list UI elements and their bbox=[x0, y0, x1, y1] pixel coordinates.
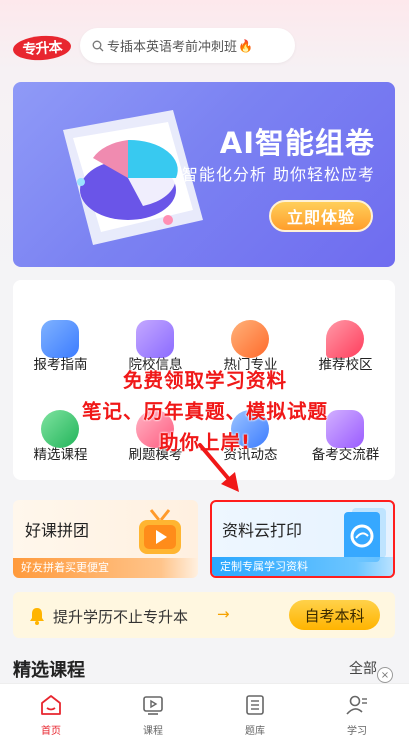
pie-chart-illustration bbox=[63, 110, 203, 245]
search-placeholder: 专插本英语考前冲刺班 bbox=[107, 40, 238, 55]
group-buy-card[interactable]: 好课拼团 好友拼着买更便宜 bbox=[13, 500, 198, 578]
header: 专升本 专插本英语考前冲刺班 🔥 bbox=[0, 0, 409, 78]
tab-question-bank[interactable]: 题库 bbox=[204, 684, 306, 738]
home-icon bbox=[41, 695, 61, 715]
notice-bar[interactable]: 提升学历不止专升本 → 自考本科 bbox=[13, 592, 395, 638]
red-arrow-icon bbox=[198, 443, 239, 492]
arrow-right-icon: → bbox=[217, 605, 230, 623]
try-now-button[interactable]: 立即体验 bbox=[269, 200, 373, 232]
card-strip: 好友拼着买更便宜 bbox=[13, 558, 198, 578]
bell-icon bbox=[30, 608, 44, 625]
tv-play-icon bbox=[139, 509, 181, 554]
cloud-print-card[interactable]: 资料云打印 定制专属学习资料 bbox=[210, 500, 395, 578]
app-logo[interactable]: 专升本 bbox=[12, 34, 72, 62]
section-title: 精选课程 bbox=[13, 660, 85, 681]
tab-courses[interactable]: 课程 bbox=[102, 684, 204, 738]
promo-line-1: 免费领取学习资料 bbox=[122, 369, 287, 392]
tab-label: 课程 bbox=[143, 726, 163, 737]
self-study-button[interactable]: 自考本科 bbox=[289, 600, 380, 630]
card-title: 好课拼团 bbox=[25, 521, 90, 540]
bottom-tab-bar: 首页 课程 题库 学习 bbox=[0, 683, 409, 738]
tab-label: 学习 bbox=[347, 726, 367, 737]
card-title: 资料云打印 bbox=[222, 521, 303, 540]
tab-study[interactable]: 学习 bbox=[306, 684, 408, 738]
promo-line-2: 笔记、历年真题、模拟试题 bbox=[81, 400, 328, 423]
notice-text: 提升学历不止专升本 bbox=[53, 608, 189, 626]
banner-subtitle: 智能化分析 助你轻松应考 bbox=[181, 165, 375, 184]
tab-label: 题库 bbox=[245, 726, 265, 737]
list-icon bbox=[246, 695, 264, 715]
search-icon bbox=[92, 40, 104, 51]
video-icon bbox=[143, 696, 163, 715]
fire-icon: 🔥 bbox=[238, 38, 253, 53]
ai-banner[interactable]: AI智能组卷 智能化分析 助你轻松应考 立即体验 bbox=[13, 82, 395, 267]
card-strip: 定制专属学习资料 bbox=[212, 557, 393, 576]
tab-home[interactable]: 首页 bbox=[0, 684, 102, 738]
close-icon[interactable]: × bbox=[377, 667, 393, 683]
user-icon bbox=[346, 695, 367, 715]
tab-label: 首页 bbox=[41, 726, 61, 737]
banner-title: AI智能组卷 bbox=[219, 126, 375, 160]
view-all-link[interactable]: 全部 bbox=[349, 658, 377, 678]
search-bar[interactable]: 专插本英语考前冲刺班 🔥 bbox=[80, 28, 295, 63]
